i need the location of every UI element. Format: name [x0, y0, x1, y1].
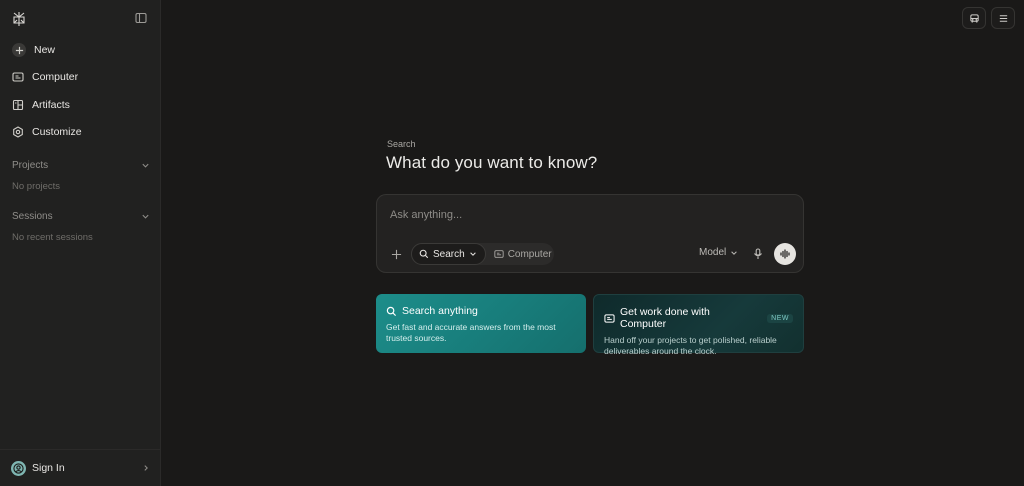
computer-card[interactable]: Get work done with Computer NEW Hand off…: [593, 294, 804, 356]
mode-toggle: Search Computer: [411, 243, 554, 265]
avatar: [11, 460, 26, 476]
sidebar: New Computer Artifacts Customize Project…: [0, 0, 161, 486]
voice-mode-button[interactable]: [774, 243, 796, 265]
computer-icon: [12, 71, 24, 83]
chevron-down-icon: [469, 252, 476, 256]
sidebar-item-customize[interactable]: Customize: [6, 120, 155, 144]
computer-icon: [494, 250, 504, 258]
search-icon: [419, 249, 429, 259]
settings-icon: [12, 126, 24, 138]
mode-computer-button[interactable]: Computer: [486, 249, 552, 260]
computer-icon: [604, 313, 615, 324]
projects-empty: No projects: [12, 181, 61, 192]
card-description: Hand off your projects to get polished, …: [604, 335, 777, 356]
plus-icon: [391, 249, 401, 259]
car-icon: [969, 13, 979, 23]
page-title: What do you want to know?: [386, 153, 598, 172]
chevron-down-icon: [142, 214, 149, 219]
sidebar-item-label: Computer: [32, 71, 79, 83]
car-button[interactable]: [962, 7, 986, 29]
search-anything-card[interactable]: Search anything Get fast and accurate an…: [376, 294, 586, 353]
sign-in-label: Sign In: [32, 462, 65, 474]
mode-computer-label: Computer: [507, 248, 552, 260]
new-badge: NEW: [767, 313, 793, 323]
sidebar-item-new[interactable]: New: [6, 38, 155, 62]
sessions-empty: No recent sessions: [12, 232, 93, 243]
projects-section-header[interactable]: Projects: [12, 158, 150, 172]
sidebar-item-artifacts[interactable]: Artifacts: [6, 93, 155, 117]
chevron-right-icon: [144, 465, 148, 471]
sidebar-header: [0, 0, 161, 36]
user-icon: [13, 462, 24, 474]
microphone-icon: [754, 248, 762, 259]
search-icon: [386, 306, 397, 317]
artifacts-icon: [12, 99, 24, 111]
sign-in-row[interactable]: Sign In: [0, 449, 161, 486]
model-select[interactable]: Model: [699, 247, 738, 258]
sidebar-item-computer[interactable]: Computer: [6, 65, 155, 89]
waveform-icon: [780, 249, 790, 259]
menu-icon: [999, 14, 1007, 22]
query-box: Search Computer Model: [376, 194, 804, 273]
projects-title: Projects: [12, 159, 49, 171]
chevron-down-icon: [142, 163, 149, 168]
attach-button[interactable]: [389, 247, 403, 261]
menu-button[interactable]: [991, 7, 1015, 29]
card-description: Get fast and accurate answers from the m…: [386, 322, 556, 343]
sessions-section-header[interactable]: Sessions: [12, 209, 150, 223]
card-title: Get work done with Computer: [620, 306, 710, 330]
sidebar-item-label: New: [34, 44, 56, 56]
sidebar-toggle-icon[interactable]: [135, 12, 147, 24]
search-input[interactable]: [390, 207, 790, 223]
section-label: Search: [387, 139, 416, 149]
mode-search-button[interactable]: Search: [411, 243, 486, 265]
model-label: Model: [699, 247, 727, 258]
sidebar-item-label: Artifacts: [32, 99, 70, 111]
logo-icon[interactable]: [11, 11, 27, 27]
card-title: Search anything: [402, 305, 478, 317]
mic-button[interactable]: [752, 247, 764, 261]
mode-search-label: Search: [433, 248, 465, 260]
sessions-title: Sessions: [12, 210, 53, 222]
plus-icon: [12, 43, 26, 57]
chevron-down-icon: [731, 250, 738, 255]
sidebar-item-label: Customize: [32, 126, 82, 138]
